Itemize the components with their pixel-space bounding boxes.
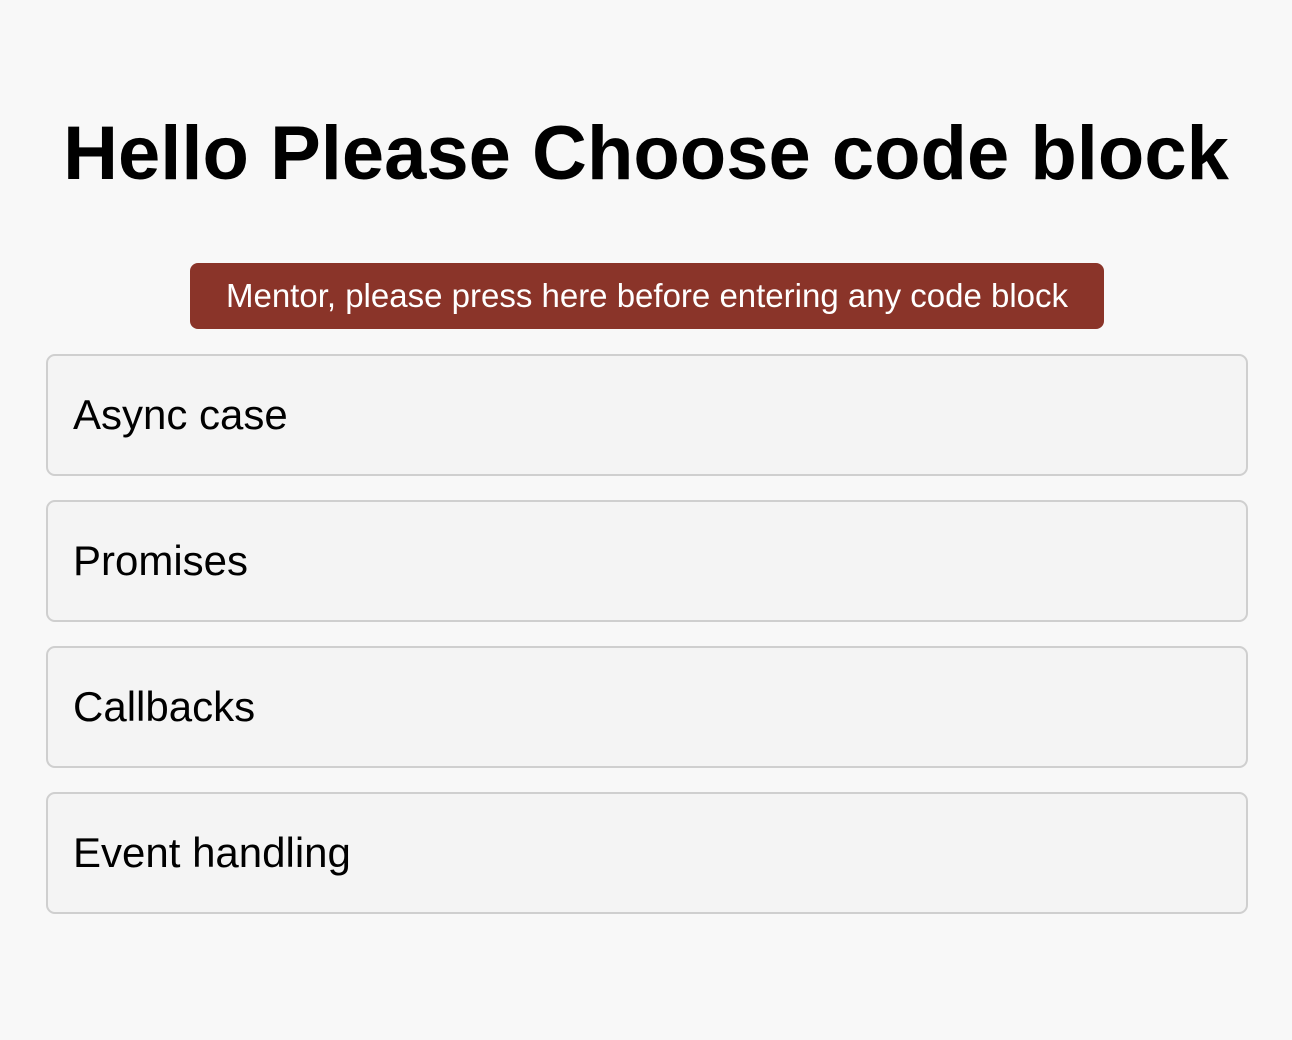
mentor-button[interactable]: Mentor, please press here before enterin…	[190, 263, 1104, 329]
lobby-page: Hello Please Choose code block Mentor, p…	[0, 0, 1292, 1040]
code-block-label: Event handling	[73, 829, 351, 876]
code-block-label: Promises	[73, 537, 249, 584]
code-block-label: Callbacks	[73, 683, 256, 730]
code-block-item-event-handling[interactable]: Event handling	[46, 792, 1248, 914]
page-title: Hello Please Choose code block	[63, 111, 1229, 196]
code-block-item-callbacks[interactable]: Callbacks	[46, 646, 1248, 768]
code-block-item-async-case[interactable]: Async case	[46, 354, 1248, 476]
code-block-item-promises[interactable]: Promises	[46, 500, 1248, 622]
code-block-label: Async case	[73, 391, 288, 438]
code-block-list: Async case Promises Callbacks Event hand…	[46, 354, 1248, 938]
